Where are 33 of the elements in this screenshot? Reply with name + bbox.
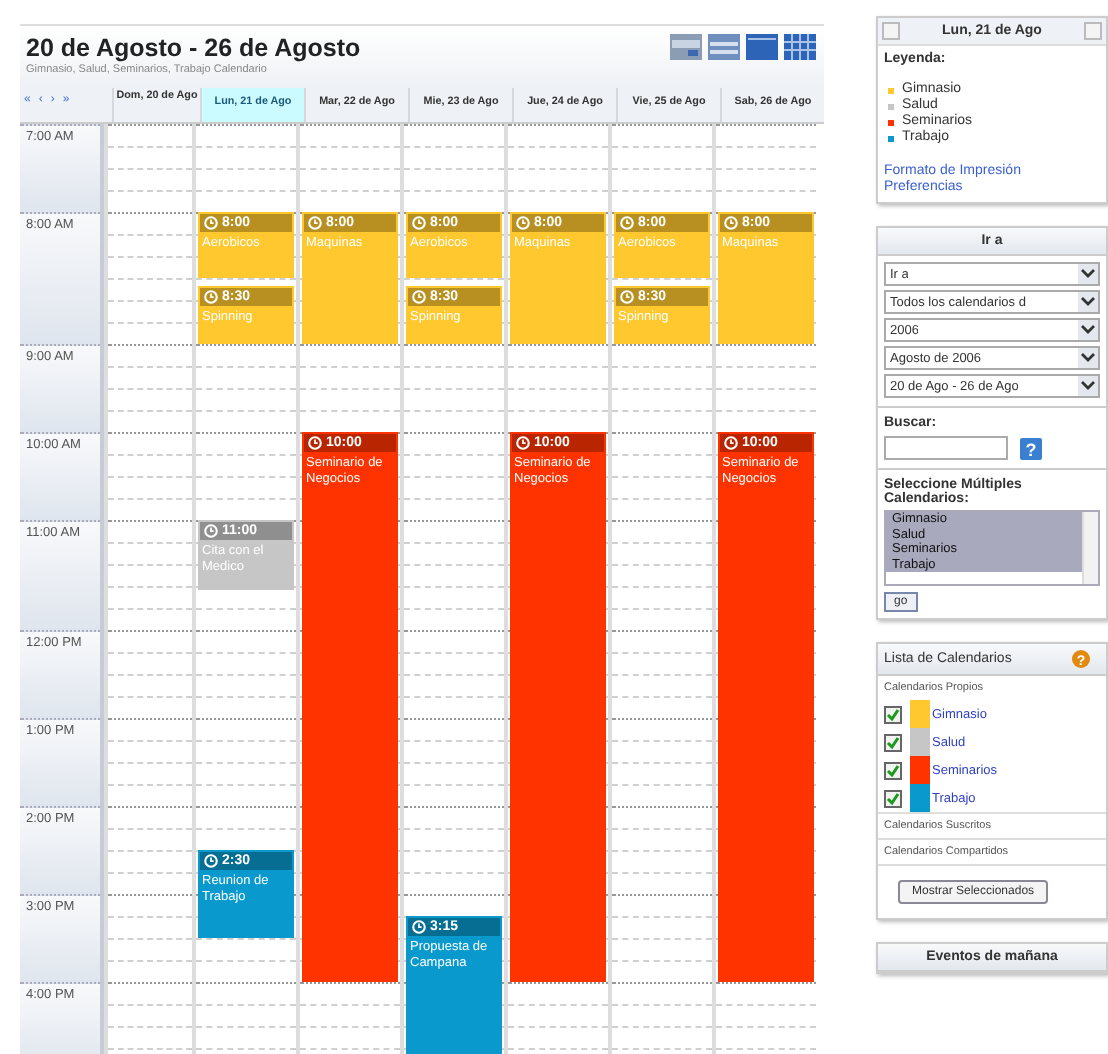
clock-icon <box>620 216 634 230</box>
clock-icon <box>724 216 738 230</box>
dropdown-arrow-icon <box>1078 320 1098 340</box>
checkbox[interactable] <box>884 733 902 751</box>
clock-icon <box>620 290 634 305</box>
dropdown-arrow-icon <box>1078 292 1098 312</box>
month-view-icon[interactable] <box>784 34 816 60</box>
checkbox[interactable] <box>884 705 902 723</box>
clock-icon <box>412 920 426 934</box>
clock-icon <box>412 216 426 230</box>
day-view-icon[interactable] <box>670 34 702 60</box>
clock-icon <box>204 524 218 538</box>
clock-icon <box>516 436 530 450</box>
checkbox[interactable] <box>884 789 902 807</box>
calendar-title: 20 de Agosto - 26 de Agosto <box>26 34 361 62</box>
clock-icon <box>204 216 218 230</box>
checkbox[interactable] <box>884 761 902 779</box>
clock-icon <box>308 436 322 450</box>
search-field[interactable] <box>884 436 1008 460</box>
clock-icon <box>724 436 738 450</box>
clock-icon <box>204 290 218 305</box>
clock-icon <box>204 854 218 868</box>
prev-day-button[interactable] <box>882 22 900 40</box>
dropdown-arrow-icon <box>1078 348 1098 368</box>
week-view-icon[interactable] <box>708 34 740 60</box>
clock-icon <box>516 216 530 230</box>
clock-icon <box>412 290 426 305</box>
clock-icon <box>308 216 322 230</box>
dropdown-arrow-icon <box>1078 264 1098 284</box>
help-icon[interactable]: ? <box>1020 437 1042 459</box>
workweek-view-icon[interactable] <box>746 34 778 60</box>
next-day-button[interactable] <box>1083 22 1102 40</box>
dropdown-arrow-icon <box>1078 376 1098 396</box>
